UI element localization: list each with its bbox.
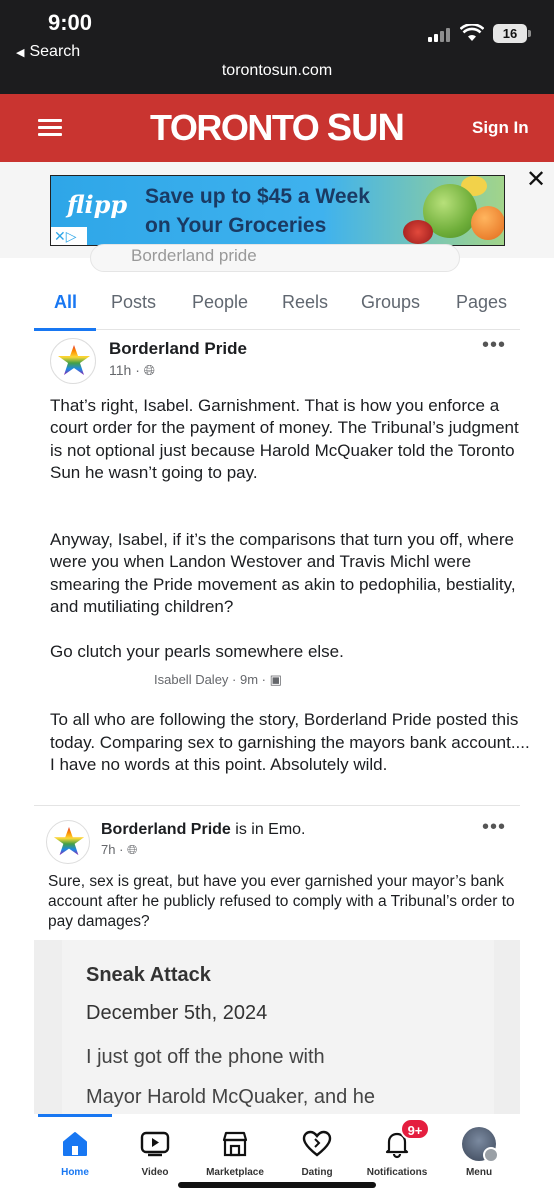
ad-line-1: Save up to $45 a Week bbox=[145, 185, 370, 208]
globe-icon: 🌐︎ bbox=[143, 362, 155, 378]
nav-label: Dating bbox=[301, 1167, 333, 1178]
site-header: TORONTO SUN Sign In bbox=[0, 94, 554, 162]
nav-marketplace[interactable]: Marketplace bbox=[190, 1124, 280, 1178]
nav-notifications[interactable]: 9+ Notifications bbox=[352, 1118, 442, 1178]
ad-line-2: on Your Groceries bbox=[145, 214, 327, 237]
tab-posts[interactable]: Posts bbox=[111, 292, 156, 313]
ios-status-bar: 9:00 ◀ Search 16 torontosun.com bbox=[0, 0, 554, 94]
nav-menu[interactable]: Menu bbox=[434, 1124, 524, 1178]
post-location: is in Emo. bbox=[230, 821, 306, 838]
post-time: 7h · bbox=[101, 842, 128, 857]
marketplace-icon bbox=[190, 1124, 280, 1164]
post-meta: 7h · 🌐︎ bbox=[101, 842, 137, 858]
globe-icon: 🌐︎ bbox=[127, 842, 138, 857]
post-text: Anyway, Isabel, if it’s the comparisons … bbox=[50, 530, 516, 616]
post-text: That’s right, Isabel. Garnishment. That … bbox=[50, 396, 519, 482]
fruit-image bbox=[403, 220, 433, 244]
comment-text: To all who are following the story, Bord… bbox=[50, 710, 530, 774]
home-indicator[interactable] bbox=[178, 1182, 376, 1188]
address-bar[interactable]: torontosun.com bbox=[0, 62, 554, 80]
bell-icon: 9+ bbox=[352, 1118, 442, 1164]
dating-heart-icon bbox=[272, 1124, 362, 1164]
nav-label: Video bbox=[141, 1167, 169, 1178]
close-ad-icon[interactable]: ✕ bbox=[526, 168, 546, 192]
more-options-icon[interactable]: ••• bbox=[482, 334, 506, 357]
divider bbox=[34, 805, 520, 806]
rainbow-star-icon bbox=[53, 826, 85, 856]
status-time: 9:00 bbox=[48, 10, 93, 35]
comment-time: 9m bbox=[240, 672, 259, 687]
back-label: Search bbox=[29, 43, 81, 60]
post-meta: 11h · 🌐︎ bbox=[109, 362, 155, 379]
document-text-line: Mayor Harold McQuaker, and he bbox=[86, 1086, 376, 1108]
notification-badge: 9+ bbox=[400, 1118, 430, 1140]
image-icon: ▣ bbox=[269, 672, 282, 687]
tab-pages[interactable]: Pages bbox=[456, 292, 507, 313]
nav-dating[interactable]: Dating bbox=[272, 1124, 362, 1178]
nav-label: Marketplace bbox=[206, 1167, 264, 1178]
logo-sun: SUN bbox=[326, 107, 405, 149]
document-title: Sneak Attack bbox=[86, 964, 211, 986]
active-tab-indicator bbox=[34, 328, 96, 331]
menu-avatar-icon bbox=[434, 1124, 524, 1164]
tab-all[interactable]: All bbox=[54, 292, 77, 313]
post-time: 11h · bbox=[109, 362, 144, 378]
fruit-image bbox=[471, 206, 504, 240]
ad-headline: Save up to $45 a Week on Your Groceries bbox=[145, 182, 370, 240]
more-options-icon[interactable]: ••• bbox=[482, 816, 506, 839]
page-avatar[interactable] bbox=[50, 338, 96, 384]
back-triangle-icon: ◀ bbox=[16, 47, 25, 59]
logo-toronto: TORONTO bbox=[150, 107, 320, 148]
flipp-logo: flipp bbox=[67, 190, 128, 219]
comment-author[interactable]: Isabell Daley bbox=[154, 672, 228, 687]
back-to-search-button[interactable]: ◀ Search bbox=[16, 43, 80, 61]
ad-choices-icon[interactable]: ✕▷ bbox=[51, 227, 87, 245]
fb-search-input[interactable]: Borderland pride bbox=[90, 244, 460, 272]
home-icon bbox=[30, 1124, 120, 1164]
active-nav-indicator bbox=[38, 1114, 112, 1117]
cell-signal-icon bbox=[428, 26, 452, 42]
ad-banner[interactable]: flipp Save up to $45 a Week on Your Groc… bbox=[50, 175, 505, 246]
tab-people[interactable]: People bbox=[192, 292, 248, 313]
avatar bbox=[462, 1127, 499, 1163]
document-text-line: I just got off the phone with bbox=[86, 1046, 325, 1068]
page-avatar[interactable] bbox=[46, 820, 90, 864]
battery-icon: 16 bbox=[493, 24, 531, 43]
nav-label: Notifications bbox=[366, 1167, 428, 1178]
fb-filter-tabs: All Posts People Reels Groups Pages bbox=[34, 290, 520, 331]
nav-video[interactable]: Video bbox=[110, 1124, 200, 1178]
nav-label: Menu bbox=[465, 1167, 493, 1178]
nav-home[interactable]: Home bbox=[30, 1124, 120, 1178]
nav-label: Home bbox=[61, 1167, 89, 1178]
comment-meta: Isabell Daley · 9m · ▣ bbox=[154, 672, 282, 687]
document-date: December 5th, 2024 bbox=[86, 1002, 268, 1024]
sign-in-link[interactable]: Sign In bbox=[472, 118, 529, 138]
rainbow-star-icon bbox=[58, 345, 90, 375]
site-logo[interactable]: TORONTO SUN bbox=[0, 107, 554, 150]
post-author[interactable]: Borderland Pride bbox=[109, 339, 247, 359]
tab-groups[interactable]: Groups bbox=[361, 292, 420, 313]
post-author-line: Borderland Pride is in Emo. bbox=[101, 821, 306, 839]
tab-reels[interactable]: Reels bbox=[282, 292, 328, 313]
facebook-screenshot: Borderland pride All Posts People Reels … bbox=[0, 244, 554, 1114]
post-author[interactable]: Borderland Pride bbox=[101, 821, 231, 838]
post-text: Go clutch your pearls somewhere else. bbox=[50, 642, 344, 661]
video-icon bbox=[110, 1124, 200, 1164]
post-text: Sure, sex is great, but have you ever ga… bbox=[48, 873, 515, 930]
wifi-icon bbox=[459, 23, 485, 47]
